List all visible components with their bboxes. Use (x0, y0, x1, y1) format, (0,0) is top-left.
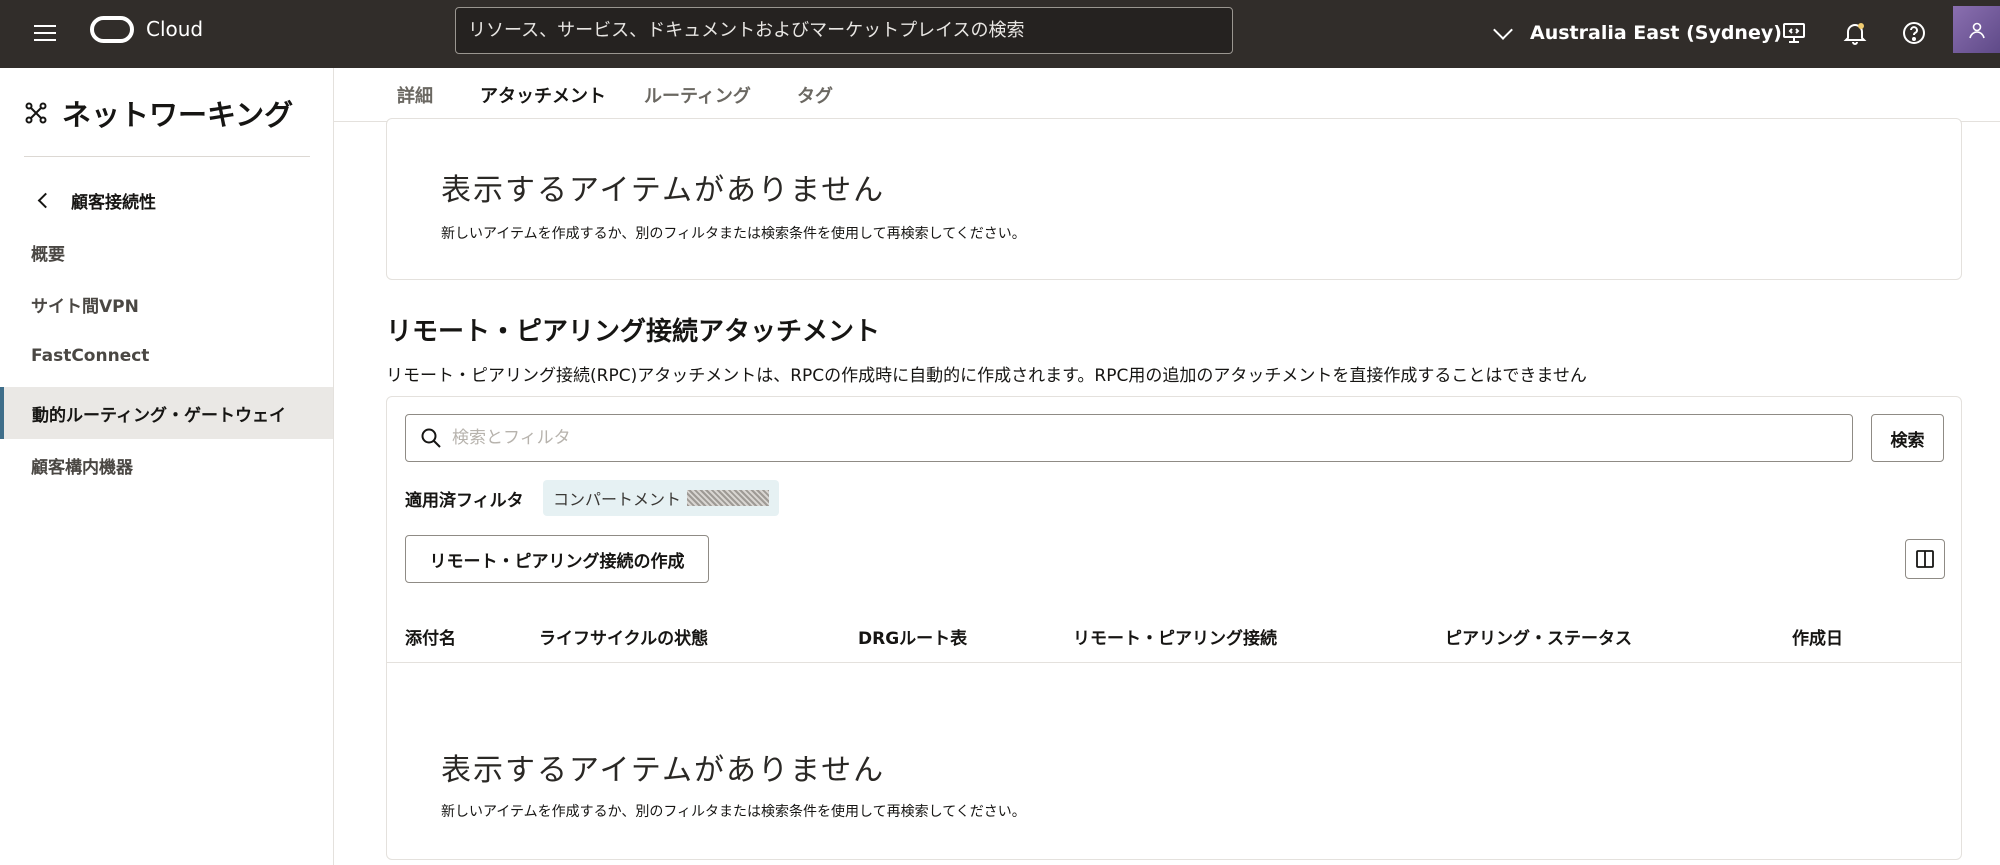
hamburger-menu-icon[interactable] (30, 18, 60, 48)
search-filter-field[interactable] (405, 414, 1853, 462)
filter-chip-label: コンパートメント (553, 490, 682, 509)
sidebar-item-overview[interactable]: 概要 (0, 226, 333, 278)
column-header-created[interactable]: 作成日 (1792, 624, 1843, 649)
global-search-input[interactable] (456, 8, 1232, 53)
search-icon (421, 428, 441, 448)
top-attachments-panel: 表示するアイテムがありません 新しいアイテムを作成するか、別のフィルタまたは検索… (386, 118, 1962, 280)
tab-routing[interactable]: ルーティング (644, 68, 751, 122)
tab-tags[interactable]: タグ (797, 68, 833, 122)
chevron-down-icon (1493, 20, 1513, 40)
global-search[interactable] (455, 7, 1233, 54)
section-title: リモート・ピアリング接続アタッチメント (386, 317, 881, 347)
sidebar-item-site-to-site-vpn[interactable]: サイト間VPN (0, 278, 333, 330)
sidebar-header: ネットワーキング (24, 92, 293, 134)
applied-filters-label: 適用済フィルタ (405, 491, 524, 511)
column-settings-button[interactable] (1905, 539, 1945, 579)
empty-state-description: 新しいアイテムを作成するか、別のフィルタまたは検索条件を使用して再検索してくださ… (441, 226, 1026, 242)
tab-bar: 詳細 アタッチメント ルーティング タグ (334, 68, 2000, 123)
search-button[interactable]: 検索 (1871, 414, 1944, 462)
sidebar-item-fastconnect[interactable]: FastConnect (0, 330, 333, 382)
help-icon[interactable] (1897, 16, 1931, 50)
columns-icon (1916, 550, 1934, 568)
empty-state-title: 表示するアイテムがありません (441, 173, 886, 208)
column-header-attachment-name[interactable]: 添付名 (405, 624, 456, 649)
oracle-logo-icon[interactable] (90, 16, 134, 43)
sidebar-title: ネットワーキング (62, 98, 294, 132)
search-filter-input[interactable] (442, 415, 1852, 461)
region-label: Australia East (Sydney) (1530, 22, 1782, 44)
sidebar-divider (24, 156, 310, 157)
region-selector[interactable]: Australia East (Sydney) (1490, 18, 1782, 48)
column-header-peering-status[interactable]: ピアリング・ステータス (1445, 624, 1632, 649)
notifications-bell-icon[interactable] (1838, 16, 1872, 50)
column-header-lifecycle-state[interactable]: ライフサイクルの状態 (539, 624, 708, 649)
compartment-filter-chip[interactable]: コンパートメント (543, 480, 780, 516)
tab-attachments[interactable]: アタッチメント (480, 68, 606, 123)
back-to-customer-connectivity[interactable]: 顧客接続性 (37, 188, 156, 213)
sidebar: ネットワーキング 顧客接続性 概要 サイト間VPN FastConnect 動的… (0, 68, 334, 865)
brand-name[interactable]: Cloud (146, 17, 203, 41)
section-description: リモート・ピアリング接続(RPC)アタッチメントは、RPCの作成時に自動的に作成… (386, 366, 1587, 386)
chevron-left-icon (37, 192, 54, 209)
sidebar-item-customer-premises-equipment[interactable]: 顧客構内機器 (0, 439, 333, 491)
tab-details[interactable]: 詳細 (397, 68, 433, 122)
table-header-divider (387, 662, 1961, 663)
rpc-empty-state-title: 表示するアイテムがありません (441, 753, 886, 788)
column-header-remote-peering-connection[interactable]: リモート・ピアリング接続 (1073, 624, 1277, 649)
sidebar-item-dynamic-routing-gateway[interactable]: 動的ルーティング・ゲートウェイ (0, 387, 333, 439)
developer-tools-icon[interactable] (1777, 16, 1811, 50)
user-avatar-icon[interactable] (1953, 6, 2000, 53)
back-link-label: 顧客接続性 (71, 193, 156, 213)
create-remote-peering-connection-button[interactable]: リモート・ピアリング接続の作成 (405, 535, 709, 583)
redacted-compartment-name (687, 490, 770, 506)
networking-icon (25, 102, 47, 124)
rpc-empty-state-description: 新しいアイテムを作成するか、別のフィルタまたは検索条件を使用して再検索してくださ… (441, 804, 1026, 820)
top-bar: Cloud Australia East (Sydney) (0, 0, 2000, 68)
column-header-drg-route-table[interactable]: DRGルート表 (858, 624, 967, 649)
